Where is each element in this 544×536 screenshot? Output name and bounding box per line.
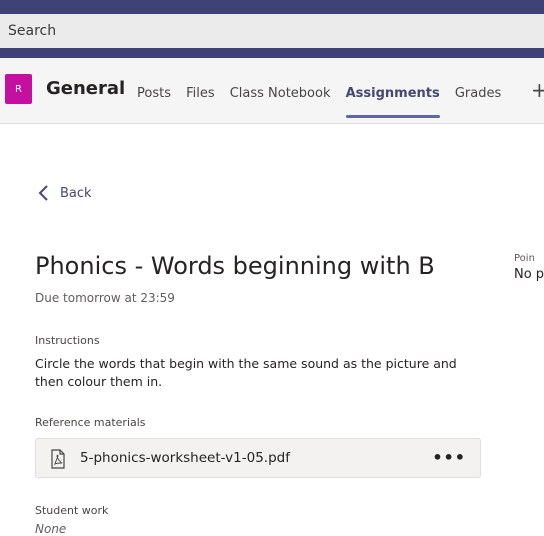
reference-materials-label: Reference materials <box>35 416 146 429</box>
chevron-left-icon <box>38 185 48 201</box>
tab-posts[interactable]: Posts <box>137 86 171 101</box>
back-label: Back <box>60 185 92 201</box>
reference-file-card[interactable]: 5-phonics-worksheet-v1-05.pdf ••• <box>35 438 481 478</box>
points-value: No p <box>514 267 544 282</box>
team-avatar[interactable]: R <box>5 74 32 104</box>
app-top-border <box>0 0 544 14</box>
due-date: Due tomorrow at 23:59 <box>35 291 175 305</box>
tab-files[interactable]: Files <box>186 86 215 101</box>
instructions-label: Instructions <box>35 334 100 347</box>
pdf-file-icon <box>51 449 65 469</box>
channel-header: R General Posts Files Class Notebook Ass… <box>0 58 544 124</box>
tab-assignments[interactable]: Assignments <box>345 86 440 118</box>
student-work-label: Student work <box>35 504 109 517</box>
instructions-text: Circle the words that begin with the sam… <box>35 356 457 389</box>
add-tab-icon[interactable]: + <box>531 78 544 102</box>
back-button[interactable]: Back <box>36 183 92 203</box>
student-work-value: None <box>35 522 67 536</box>
tab-grades[interactable]: Grades <box>455 86 501 101</box>
assignment-title: Phonics - Words beginning with B <box>35 252 435 280</box>
more-options-icon[interactable]: ••• <box>432 448 466 467</box>
points-label: Poin <box>514 253 535 264</box>
header-divider <box>0 48 544 58</box>
search-bar[interactable]: Search <box>0 14 544 48</box>
reference-file-name[interactable]: 5-phonics-worksheet-v1-05.pdf <box>80 450 290 466</box>
channel-tabs: Posts Files Class Notebook Assignments G… <box>137 82 511 118</box>
search-input[interactable]: Search <box>8 23 56 39</box>
channel-name: General <box>46 78 126 99</box>
tab-class-notebook[interactable]: Class Notebook <box>230 86 331 101</box>
